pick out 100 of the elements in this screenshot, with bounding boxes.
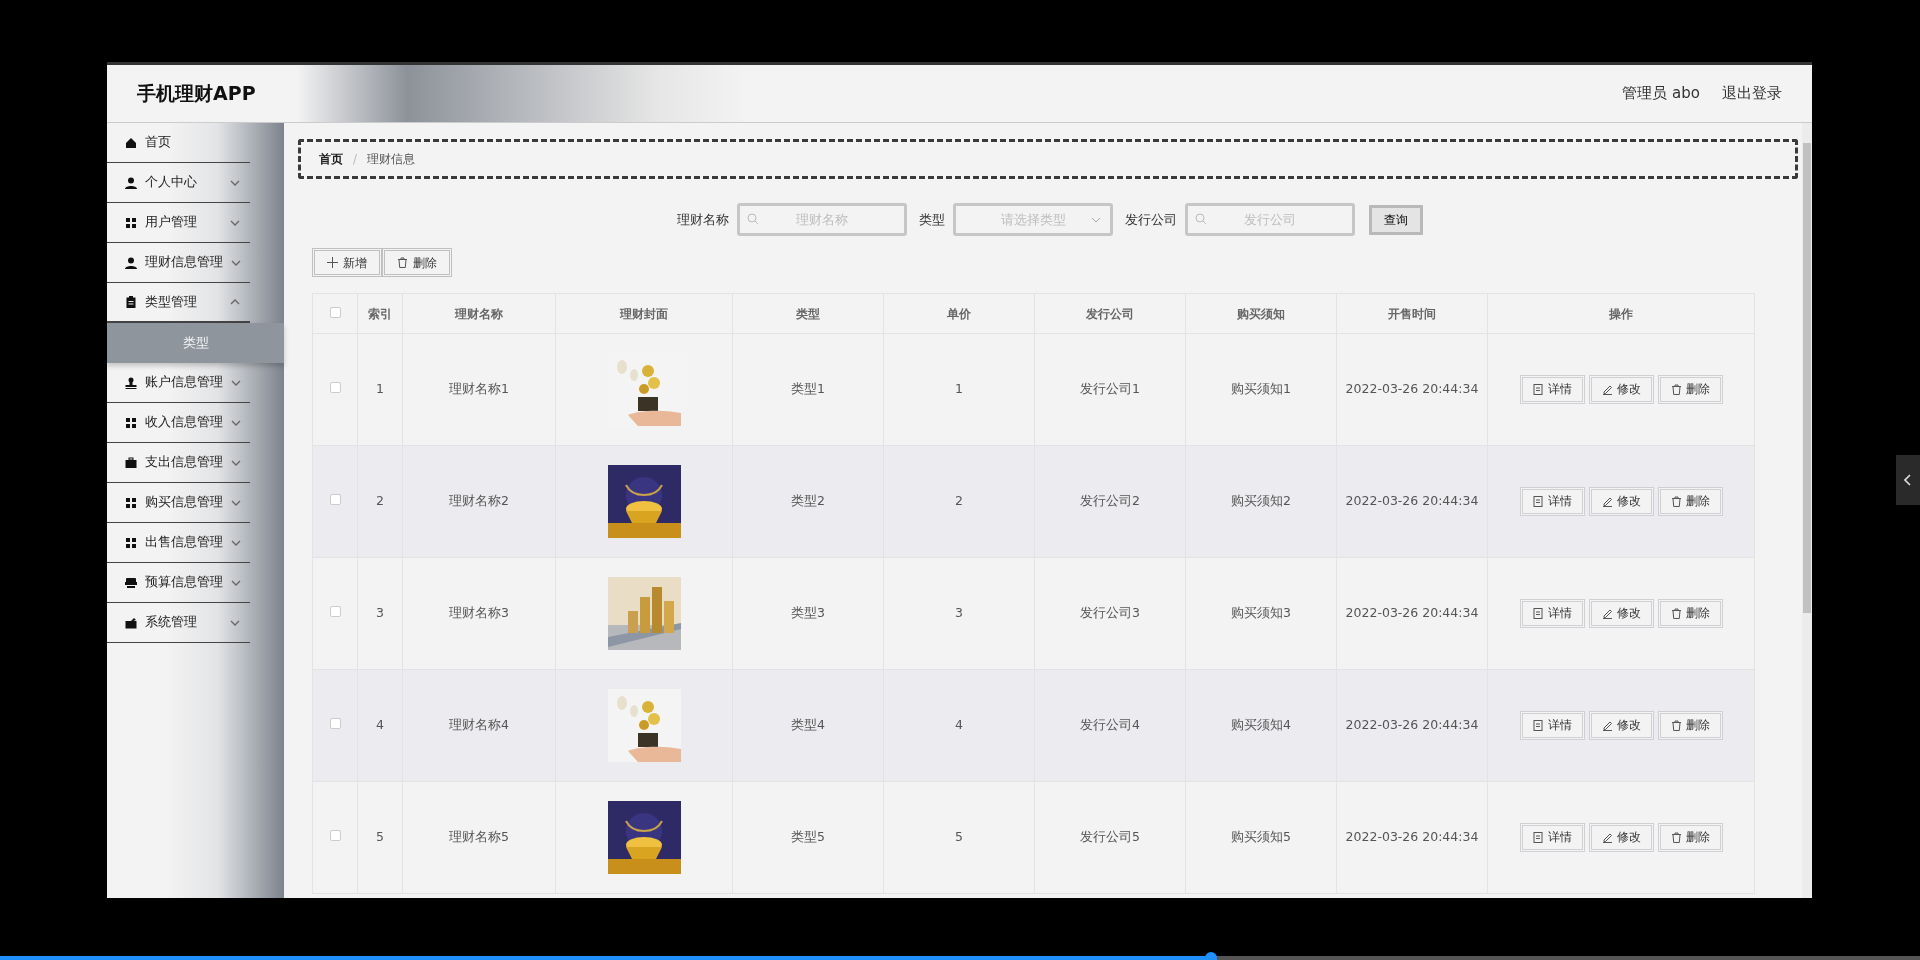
sidebar-item[interactable]: 首页 — [107, 123, 250, 163]
table-cell: 类型1 — [791, 381, 825, 397]
field-label: 理财名称 — [677, 210, 729, 229]
grid-icon — [125, 536, 137, 549]
table-cell: 类型3 — [791, 605, 825, 621]
document-icon — [1532, 384, 1544, 395]
select-all-checkbox[interactable] — [329, 306, 341, 318]
document-icon — [1532, 496, 1544, 507]
edit-button[interactable]: 修改 — [1588, 711, 1654, 740]
edit-button[interactable]: 修改 — [1588, 599, 1654, 628]
breadcrumb-link[interactable]: 首页 — [319, 150, 343, 168]
table-cell: 购买须知1 — [1231, 381, 1291, 397]
row-checkbox[interactable] — [329, 494, 341, 506]
sidebar-item[interactable]: 出售信息管理 — [107, 523, 250, 563]
table-cell: 2 — [955, 493, 963, 509]
grid-icon — [125, 216, 137, 229]
trash-icon — [1670, 384, 1682, 395]
delete-button[interactable]: 删除 — [1657, 599, 1723, 628]
column-header: 理财封面 — [555, 293, 733, 334]
home-icon — [125, 136, 137, 149]
row-checkbox[interactable] — [329, 718, 341, 730]
edit-button[interactable]: 修改 — [1588, 487, 1654, 516]
row-checkbox[interactable] — [329, 606, 341, 618]
column-header: 索引 — [357, 293, 403, 334]
pencil-icon — [1601, 832, 1613, 843]
table-cell: 4 — [955, 717, 963, 733]
column-header: 类型 — [732, 293, 884, 334]
table-cell: 2022-03-26 20:44:34 — [1345, 829, 1479, 845]
trash-icon — [1670, 720, 1682, 731]
table-cell: 2022-03-26 20:44:34 — [1345, 605, 1479, 621]
delete-button[interactable]: 删除 — [1657, 375, 1723, 404]
add-button[interactable]: 新增 — [312, 248, 382, 277]
table-cell: 2022-03-26 20:44:34 — [1345, 717, 1479, 733]
delete-button[interactable]: 删除 — [1657, 823, 1723, 852]
table-cell: 2022-03-26 20:44:34 — [1345, 381, 1479, 397]
document-icon — [1532, 720, 1544, 731]
person-icon — [125, 176, 137, 189]
table-cell: 发行公司4 — [1080, 717, 1140, 733]
pencil-icon — [1601, 496, 1613, 507]
column-header: 开售时间 — [1336, 293, 1488, 334]
sidebar-item[interactable]: 收入信息管理 — [107, 403, 250, 443]
sidebar-item[interactable]: 个人中心 — [107, 163, 250, 203]
detail-button[interactable]: 详情 — [1519, 375, 1585, 404]
search-icon — [747, 213, 759, 225]
delete-button[interactable]: 删除 — [1657, 711, 1723, 740]
printer-icon — [125, 576, 137, 589]
logout-link[interactable]: 退出登录 — [1722, 82, 1782, 105]
table-cell: 理财名称4 — [449, 717, 509, 733]
detail-button[interactable]: 详情 — [1519, 823, 1585, 852]
table-cell: 购买须知2 — [1231, 493, 1291, 509]
detail-button[interactable]: 详情 — [1519, 711, 1585, 740]
document-icon — [1532, 608, 1544, 619]
table-cell: 3 — [376, 605, 384, 621]
table-cell: 2 — [376, 493, 384, 509]
edit-button[interactable]: 修改 — [1588, 823, 1654, 852]
table-cell: 类型2 — [791, 493, 825, 509]
delete-button[interactable]: 删除 — [1657, 487, 1723, 516]
row-checkbox[interactable] — [329, 382, 341, 394]
search-button[interactable]: 查询 — [1369, 204, 1423, 235]
sidebar-item[interactable]: 理财信息管理 — [107, 243, 250, 283]
toolbox-icon — [125, 616, 137, 629]
app-title: 手机理财APP — [137, 81, 256, 107]
column-header: 操作 — [1487, 293, 1755, 334]
table-cell: 购买须知4 — [1231, 717, 1291, 733]
column-header: 购买须知 — [1185, 293, 1337, 334]
sidebar-item[interactable]: 系统管理 — [107, 603, 250, 643]
column-header: 单价 — [883, 293, 1035, 334]
table-cell: 理财名称1 — [449, 381, 509, 397]
document-icon — [1532, 832, 1544, 843]
table-cell: 5 — [376, 829, 384, 845]
breadcrumb-current: 理财信息 — [367, 151, 416, 168]
trash-icon — [1670, 832, 1682, 843]
edit-button[interactable]: 修改 — [1588, 375, 1654, 404]
detail-button[interactable]: 详情 — [1519, 599, 1585, 628]
person-icon — [125, 256, 137, 269]
sidebar-item[interactable]: 购买信息管理 — [107, 483, 250, 523]
table-cell: 理财名称2 — [449, 493, 509, 509]
column-header: 理财名称 — [402, 293, 556, 334]
user-name: 管理员 abo — [1622, 83, 1700, 105]
briefcase-icon — [125, 456, 137, 469]
sidebar-item[interactable]: 预算信息管理 — [107, 563, 250, 603]
scrollbar[interactable] — [1802, 123, 1812, 898]
search-icon — [1195, 213, 1207, 225]
detail-button[interactable]: 详情 — [1519, 487, 1585, 516]
table-cell: 4 — [376, 717, 384, 733]
sidebar-item[interactable]: 支出信息管理 — [107, 443, 250, 483]
row-checkbox[interactable] — [329, 830, 341, 842]
table-cell: 1 — [376, 381, 384, 397]
pencil-icon — [1601, 608, 1613, 619]
grid-icon — [125, 496, 137, 509]
trash-icon — [397, 257, 408, 268]
table-cell: 5 — [955, 829, 963, 845]
sidebar-item[interactable]: 账户信息管理 — [107, 363, 250, 403]
field-label: 类型 — [919, 210, 945, 229]
trash-icon — [1670, 496, 1682, 507]
delete-button[interactable]: 删除 — [382, 248, 452, 277]
table-cell: 发行公司1 — [1080, 381, 1140, 397]
plus-icon — [327, 257, 338, 268]
sidebar-item[interactable]: 用户管理 — [107, 203, 250, 243]
collapse-tab[interactable] — [1896, 455, 1920, 505]
